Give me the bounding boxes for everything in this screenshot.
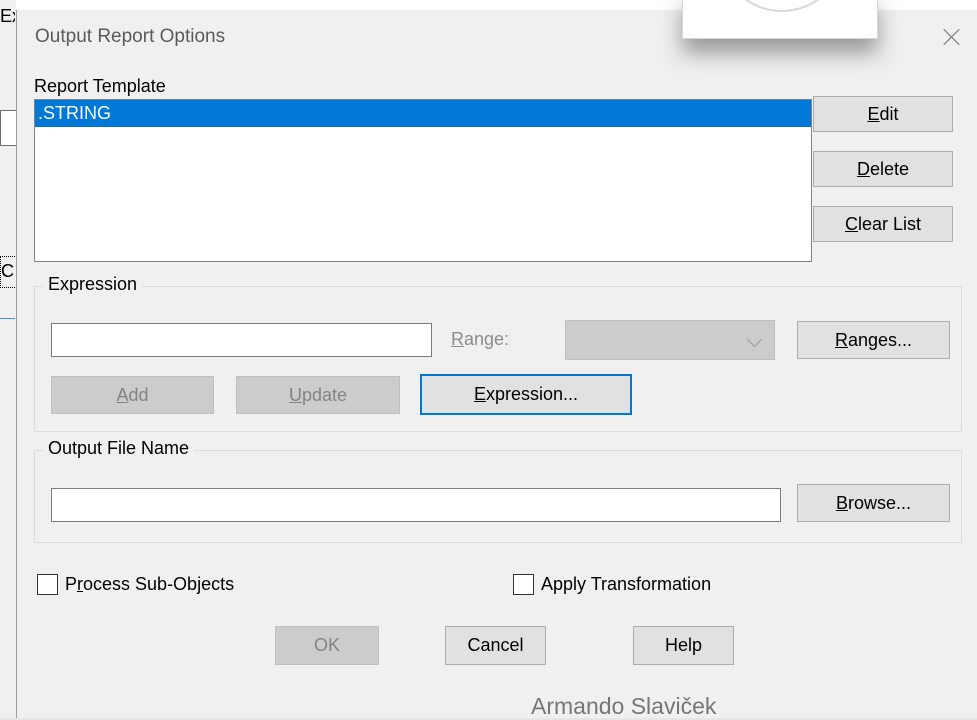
- close-icon[interactable]: [934, 19, 970, 55]
- clear-list-button-label: lear List: [857, 213, 922, 234]
- range-label: Range:: [451, 329, 509, 350]
- background-field: [0, 110, 17, 146]
- ranges-button-mnemonic: R: [834, 329, 848, 350]
- chevron-down-icon: [746, 331, 763, 348]
- expression-button-mnemonic: E: [473, 384, 486, 404]
- apply-transformation-label[interactable]: Apply Transformation: [541, 574, 711, 595]
- watermark-text: Armando Slaviček: [531, 693, 717, 719]
- list-item[interactable]: .STRING: [35, 100, 811, 127]
- output-file-group-legend: Output File Name: [43, 438, 195, 459]
- browse-button-mnemonic: B: [835, 492, 848, 513]
- ranges-button-label: anges...: [847, 329, 913, 350]
- expression-button[interactable]: Expression...: [420, 374, 632, 415]
- process-sub-objects-checkbox[interactable]: [37, 574, 58, 595]
- delete-button-mnemonic: D: [856, 158, 870, 179]
- ok-button[interactable]: OK: [275, 626, 379, 665]
- dialog-title: Output Report Options: [35, 26, 226, 47]
- delete-button-label: elete: [869, 158, 910, 179]
- expression-button-label: xpression...: [485, 384, 579, 404]
- update-button-label: pdate: [301, 384, 348, 405]
- process-sub-objects-label[interactable]: Process Sub-Objects: [65, 574, 234, 595]
- overlay-decoration: [682, 0, 878, 39]
- report-template-list[interactable]: .STRING: [34, 99, 812, 262]
- browse-button-label: rowse...: [847, 492, 912, 513]
- range-dropdown[interactable]: [565, 320, 775, 360]
- delete-button[interactable]: Delete: [813, 151, 953, 187]
- edit-button-label: dit: [879, 103, 899, 124]
- expression-input[interactable]: [51, 323, 432, 357]
- edit-button[interactable]: Edit: [813, 96, 953, 132]
- add-button[interactable]: Add: [51, 376, 214, 414]
- background-fragment-c: C: [0, 256, 17, 288]
- cancel-button[interactable]: Cancel: [445, 626, 546, 665]
- update-button-mnemonic: U: [288, 384, 302, 405]
- apply-transformation-checkbox[interactable]: [513, 574, 534, 595]
- expression-group-legend: Expression: [43, 274, 143, 295]
- range-label-mnemonic: R: [451, 329, 464, 349]
- background-fragment-ex: Ex: [0, 6, 15, 26]
- range-label-text: ange:: [464, 329, 510, 349]
- browse-button[interactable]: Browse...: [797, 484, 950, 522]
- edit-button-mnemonic: E: [867, 103, 880, 124]
- ring-shape: [718, 0, 846, 12]
- ranges-button[interactable]: Ranges...: [797, 321, 950, 359]
- clear-list-button[interactable]: Clear List: [813, 206, 953, 242]
- output-file-input[interactable]: [51, 488, 781, 522]
- clear-list-button-mnemonic: C: [844, 213, 858, 234]
- add-button-mnemonic: A: [116, 384, 129, 405]
- output-report-options-dialog: Output Report Options Report Template .S…: [16, 10, 977, 719]
- background-window: Ex C: [0, 0, 17, 718]
- background-divider: [0, 318, 15, 319]
- process-sub-objects-label-end: ocess Sub-Objects: [83, 574, 235, 594]
- update-button[interactable]: Update: [236, 376, 400, 414]
- help-button[interactable]: Help: [633, 626, 734, 665]
- report-template-label: Report Template: [34, 76, 166, 96]
- process-sub-objects-label-start: P: [65, 574, 78, 594]
- add-button-label: dd: [128, 384, 149, 405]
